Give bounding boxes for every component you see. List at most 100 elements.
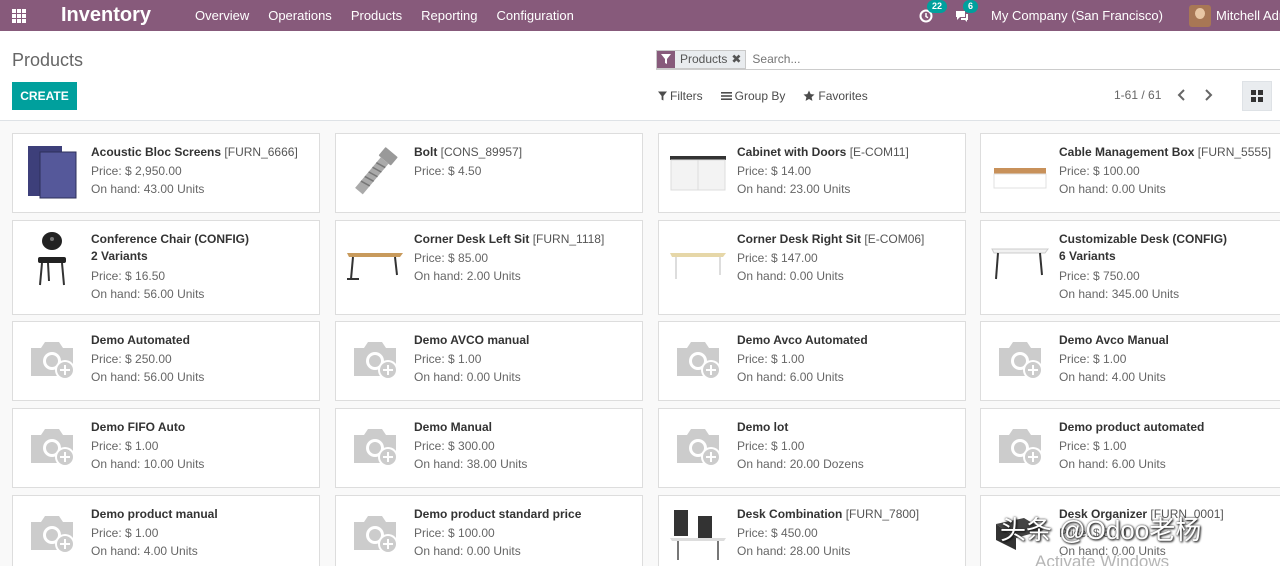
main-menu: Overview Operations Products Reporting C…	[195, 8, 593, 23]
product-card[interactable]: Corner Desk Right Sit [E-COM06] Price: $ …	[658, 220, 966, 315]
user-menu[interactable]: Mitchell Admin	[1216, 8, 1280, 23]
product-card-body: Demo AVCO manual Price: $ 1.00 On hand: 0.…	[414, 332, 638, 386]
search-facet: Products ✖	[656, 49, 747, 69]
product-name-text: Bolt	[414, 145, 438, 159]
kanban-grid-icon	[1251, 90, 1263, 102]
product-card[interactable]: Demo product automated Price: $ 1.00 On ha…	[980, 408, 1280, 488]
product-card-body: Demo lot Price: $ 1.00 On hand: 20.00 Doze…	[737, 419, 961, 473]
product-on-hand: On hand: 0.00 Units	[737, 269, 844, 283]
kanban-view-button[interactable]	[1242, 81, 1272, 111]
product-card[interactable]: Demo Automated Price: $ 250.00 On hand: 56…	[12, 321, 320, 401]
camera-placeholder-icon	[22, 330, 82, 390]
search-input[interactable]	[752, 52, 1153, 66]
favorites-button[interactable]: Favorites	[803, 89, 868, 103]
product-on-hand: On hand: 6.00 Units	[1059, 457, 1166, 471]
menu-operations[interactable]: Operations	[268, 8, 332, 23]
product-card-body: Corner Desk Left Sit [FURN_1118] Price: $…	[414, 231, 638, 285]
pager-value[interactable]: 1-61 / 61	[1114, 88, 1161, 102]
product-card[interactable]: Demo Avco Automated Price: $ 1.00 On hand:…	[658, 321, 966, 401]
product-image	[22, 229, 82, 289]
product-price: Price: $ 4.50	[414, 164, 482, 178]
product-card[interactable]: Desk Combination [FURN_7800] Price: $ 450…	[658, 495, 966, 566]
user-avatar[interactable]	[1189, 4, 1211, 27]
menu-configuration[interactable]: Configuration	[497, 8, 574, 23]
facet-remove-button[interactable]: ✖	[731, 51, 745, 68]
product-on-hand: On hand: 4.00 Units	[91, 544, 198, 558]
favorites-label: Favorites	[818, 89, 868, 103]
product-name: Cable Management Box [FURN_5555]	[1059, 144, 1280, 160]
product-name: Corner Desk Left Sit [FURN_1118]	[414, 231, 638, 247]
company-switcher[interactable]: My Company (San Francisco)	[991, 8, 1163, 23]
pager-previous-icon[interactable]	[1175, 88, 1189, 102]
apps-menu-button[interactable]	[0, 0, 38, 31]
product-image	[990, 142, 1050, 202]
product-reference: [CONS_89957]	[440, 145, 523, 159]
product-price: Price: $ 1.00	[91, 439, 159, 453]
navbar-right: 22 6 My Company (San Francisco) Mitchell…	[919, 0, 1280, 31]
product-variants: 6 Variants	[1059, 249, 1116, 263]
product-card[interactable]: Demo Avco Manual Price: $ 1.00 On hand: 4.…	[980, 321, 1280, 401]
product-card[interactable]: Demo product manual Price: $ 1.00 On hand:…	[12, 495, 320, 566]
group-by-label: Group By	[734, 89, 786, 103]
product-on-hand: On hand: 4.00 Units	[1059, 370, 1166, 384]
funnel-icon	[658, 91, 667, 101]
pager-next-icon[interactable]	[1201, 88, 1215, 102]
product-variants: 2 Variants	[91, 249, 148, 263]
product-on-hand: On hand: 56.00 Units	[91, 370, 205, 384]
product-name: Demo lot	[737, 419, 961, 435]
menu-products[interactable]: Products	[351, 8, 402, 23]
watermark-text: 头条 @Odoo老杨	[1000, 515, 1202, 545]
product-name: Acoustic Bloc Screens [FURN_6666]	[91, 144, 315, 160]
camera-placeholder-icon	[668, 417, 728, 477]
activity-button[interactable]: 22	[919, 0, 948, 23]
product-card[interactable]: Demo FIFO Auto Price: $ 1.00 On hand: 10.0…	[12, 408, 320, 488]
product-card[interactable]: Demo AVCO manual Price: $ 1.00 On hand: 0.…	[335, 321, 643, 401]
menu-reporting[interactable]: Reporting	[421, 8, 477, 23]
product-name-text: Demo Manual	[414, 420, 493, 434]
product-card[interactable]: Conference Chair (CONFIG) 2 Variants Price…	[12, 220, 320, 315]
camera-placeholder-icon	[22, 417, 82, 477]
product-name-text: Demo Avco Automated	[737, 333, 868, 347]
product-name: Demo product automated	[1059, 419, 1280, 435]
product-card[interactable]: Demo Manual Price: $ 300.00 On hand: 38.00…	[335, 408, 643, 488]
product-card-body: Demo FIFO Auto Price: $ 1.00 On hand: 10.0…	[91, 419, 315, 473]
product-name: Demo Manual	[414, 419, 638, 435]
product-name-text: Demo Avco Manual	[1059, 333, 1169, 347]
product-name-text: Demo product automated	[1059, 420, 1205, 434]
product-name: Conference Chair (CONFIG)	[91, 231, 315, 247]
product-card[interactable]: Demo lot Price: $ 1.00 On hand: 20.00 Doze…	[658, 408, 966, 488]
apps-grid-icon	[12, 8, 26, 23]
product-card[interactable]: Customizable Desk (CONFIG) 6 Variants Pric…	[980, 220, 1280, 315]
kanban-view: Acoustic Bloc Screens [FURN_6666] Price: …	[0, 121, 1280, 566]
group-by-button[interactable]: Group By	[720, 89, 786, 103]
product-reference: [FURN_7800]	[845, 507, 920, 521]
messages-button[interactable]: 6	[955, 0, 979, 23]
camera-placeholder-icon	[990, 330, 1050, 390]
filters-button[interactable]: Filters	[658, 89, 703, 103]
product-card[interactable]: Bolt [CONS_89957] Price: $ 4.50	[335, 133, 643, 213]
product-card-body: Demo Manual Price: $ 300.00 On hand: 38.00…	[414, 419, 638, 473]
product-name: Desk Combination [FURN_7800]	[737, 506, 961, 522]
product-on-hand: On hand: 20.00 Dozens	[737, 457, 864, 471]
product-card[interactable]: Cabinet with Doors [E-COM11] Price: $ 14.…	[658, 133, 966, 213]
create-button[interactable]: CREATE	[12, 82, 77, 110]
product-name-text: Demo AVCO manual	[414, 333, 530, 347]
product-card[interactable]: Corner Desk Left Sit [FURN_1118] Price: $…	[335, 220, 643, 315]
app-title[interactable]: Inventory	[61, 4, 151, 27]
product-on-hand: On hand: 28.00 Units	[737, 544, 851, 558]
product-card[interactable]: Acoustic Bloc Screens [FURN_6666] Price: …	[12, 133, 320, 213]
product-card-body: Demo product manual Price: $ 1.00 On hand:…	[91, 506, 315, 560]
product-card[interactable]: Cable Management Box [FURN_5555] Price: $…	[980, 133, 1280, 213]
product-price: Price: $ 1.00	[737, 439, 805, 453]
product-card-body: Demo Avco Manual Price: $ 1.00 On hand: 4.…	[1059, 332, 1280, 386]
product-image	[22, 142, 82, 202]
product-card[interactable]: Demo product standard price Price: $ 100.…	[335, 495, 643, 566]
menu-overview[interactable]: Overview	[195, 8, 249, 23]
product-card-body: Bolt [CONS_89957] Price: $ 4.50	[414, 144, 638, 180]
camera-placeholder-icon	[345, 504, 405, 564]
camera-placeholder-icon	[345, 417, 405, 477]
camera-placeholder-icon	[668, 330, 728, 390]
product-name: Demo Automated	[91, 332, 315, 348]
product-on-hand: On hand: 38.00 Units	[414, 457, 528, 471]
product-image	[345, 142, 405, 202]
